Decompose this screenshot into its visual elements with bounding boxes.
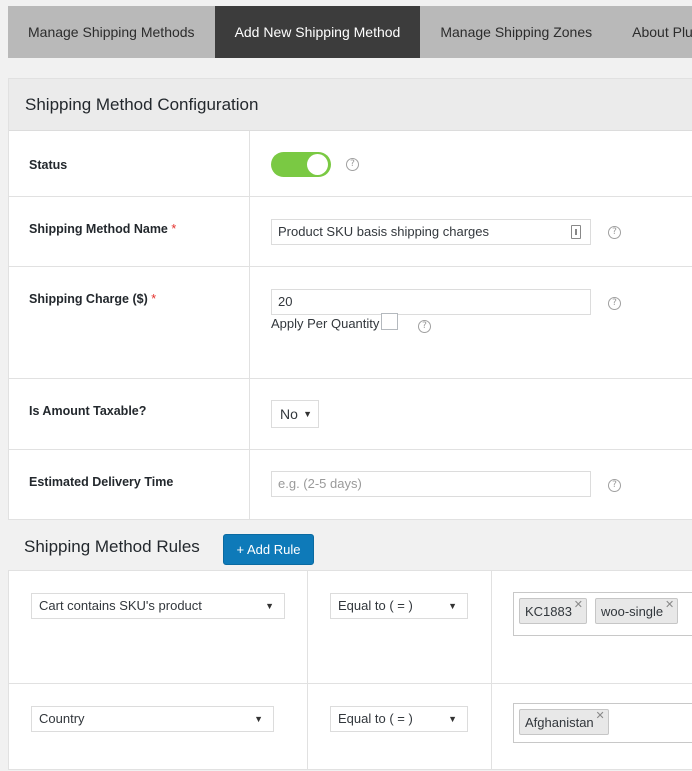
selected-value: Equal to ( = ) <box>338 711 413 726</box>
selected-value: Country <box>39 711 85 726</box>
remove-icon[interactable]: ✕ <box>595 703 604 729</box>
shipping-charge-label: Shipping Charge ($) * <box>9 267 250 378</box>
rule-row: Country ▼ Equal to ( = ) ▼ Afghanistan ✕ <box>9 684 692 769</box>
shipping-method-name-label: Shipping Method Name * <box>9 197 250 266</box>
label-text: Shipping Method Name <box>29 222 168 236</box>
toggle-knob <box>307 154 328 175</box>
caret-down-icon: ▼ <box>254 714 263 724</box>
selected-value: Equal to ( = ) <box>338 598 413 613</box>
chip-label: Afghanistan <box>525 715 594 730</box>
input-value: Product SKU basis shipping charges <box>278 224 490 239</box>
selected-value: No <box>280 406 298 422</box>
rule-operator-select[interactable]: Equal to ( = ) ▼ <box>330 706 468 732</box>
apply-per-quantity-checkbox[interactable] <box>381 313 399 330</box>
rule-values-multiselect[interactable]: Afghanistan ✕ <box>513 703 692 743</box>
question-circle-icon[interactable]: ? <box>418 320 431 333</box>
label-text: Shipping Charge ($) <box>29 292 148 306</box>
taxable-label: Is Amount Taxable? <box>9 379 250 449</box>
tab-about-plugin[interactable]: About Plugin <box>612 6 692 58</box>
selected-value: Cart contains SKU's product <box>39 598 202 613</box>
apply-per-quantity-label: Apply Per Quantity <box>271 316 380 331</box>
shipping-method-configuration-panel: Shipping Method Configuration Status ? S… <box>8 78 692 520</box>
required-mark: * <box>151 292 157 306</box>
rules-title: Shipping Method Rules <box>24 537 200 556</box>
status-toggle[interactable] <box>271 152 331 177</box>
rule-condition-select[interactable]: Cart contains SKU's product ▼ <box>31 593 285 619</box>
rule-condition-select[interactable]: Country ▼ <box>31 706 274 732</box>
caret-down-icon: ▼ <box>303 409 312 419</box>
estimated-delivery-input[interactable]: e.g. (2-5 days) <box>271 471 591 497</box>
question-circle-icon[interactable]: ? <box>608 297 621 310</box>
caret-down-icon: ▼ <box>448 601 457 611</box>
status-label: Status <box>9 131 250 196</box>
chip-label: KC1883 <box>525 604 572 619</box>
rule-values-multiselect[interactable]: KC1883 ✕ woo-single ✕ <box>513 592 692 636</box>
estimated-delivery-label: Estimated Delivery Time <box>9 450 250 519</box>
panel-title: Shipping Method Configuration <box>9 79 692 131</box>
status-row: Status ? <box>9 131 692 197</box>
remove-icon[interactable]: ✕ <box>665 592 674 618</box>
apply-per-quantity: Apply Per Quantity <box>271 313 399 331</box>
value-chip: woo-single ✕ <box>595 598 679 624</box>
remove-icon[interactable]: ✕ <box>574 592 583 618</box>
rules-table: Cart contains SKU's product ▼ Equal to (… <box>8 570 692 770</box>
add-rule-button[interactable]: + Add Rule <box>223 534 314 565</box>
autofill-icon[interactable] <box>571 225 581 239</box>
question-circle-icon[interactable]: ? <box>346 158 359 171</box>
caret-down-icon: ▼ <box>448 714 457 724</box>
shipping-method-name-row: Shipping Method Name * Product SKU basis… <box>9 197 692 267</box>
question-circle-icon[interactable]: ? <box>608 479 621 492</box>
required-mark: * <box>171 222 177 236</box>
tab-add-new-shipping-method[interactable]: Add New Shipping Method <box>214 6 421 58</box>
chip-label: woo-single <box>601 604 664 619</box>
tab-manage-shipping-methods[interactable]: Manage Shipping Methods <box>8 6 215 58</box>
caret-down-icon: ▼ <box>265 601 274 611</box>
shipping-charge-row: Shipping Charge ($) * 20 ? Apply Per Qua… <box>9 267 692 379</box>
value-chip: KC1883 ✕ <box>519 598 587 624</box>
taxable-row: Is Amount Taxable? No ▼ <box>9 379 692 450</box>
rule-operator-select[interactable]: Equal to ( = ) ▼ <box>330 593 468 619</box>
shipping-method-name-input[interactable]: Product SKU basis shipping charges <box>271 219 591 245</box>
rule-row: Cart contains SKU's product ▼ Equal to (… <box>9 571 692 684</box>
taxable-select[interactable]: No ▼ <box>271 400 319 428</box>
tab-manage-shipping-zones[interactable]: Manage Shipping Zones <box>420 6 612 58</box>
estimated-delivery-row: Estimated Delivery Time e.g. (2-5 days) … <box>9 450 692 519</box>
question-circle-icon[interactable]: ? <box>608 226 621 239</box>
page-gutter <box>0 58 8 771</box>
value-chip: Afghanistan ✕ <box>519 709 609 735</box>
tab-bar: Manage Shipping Methods Add New Shipping… <box>8 6 692 58</box>
shipping-charge-input[interactable]: 20 <box>271 289 591 315</box>
